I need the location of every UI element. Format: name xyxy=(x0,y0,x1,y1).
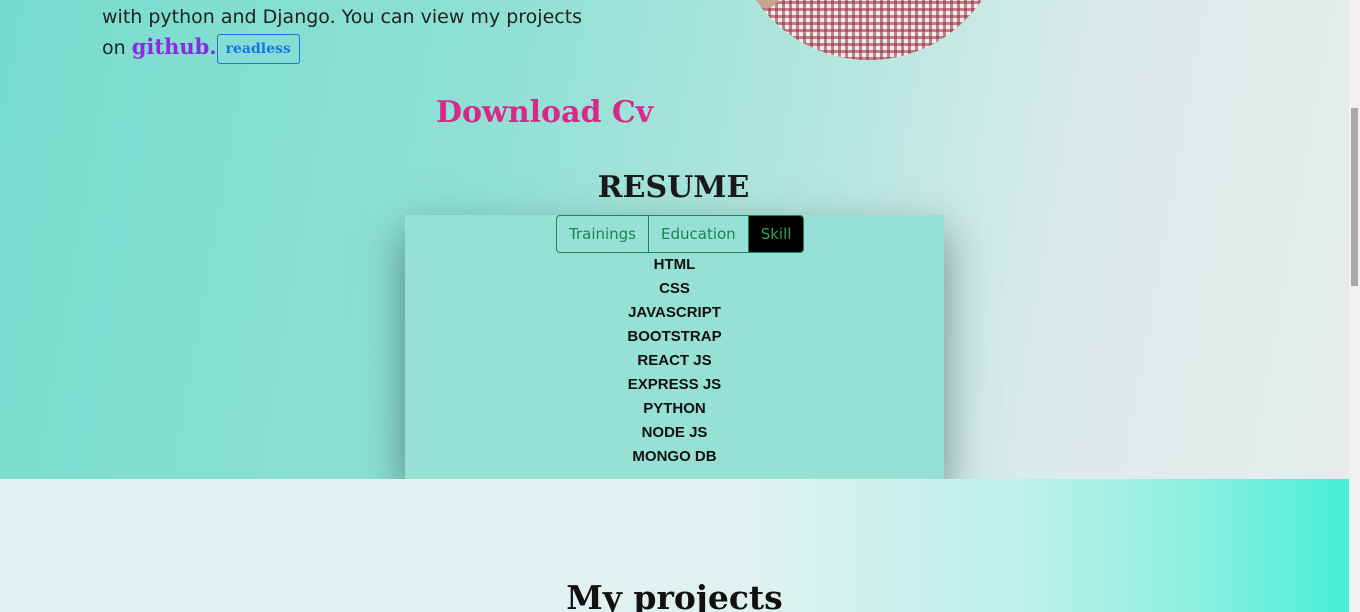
projects-section: My projects xyxy=(0,479,1349,612)
skill-item: PYTHON xyxy=(643,400,706,417)
github-link[interactable]: github. xyxy=(132,34,217,59)
skill-item: HTML xyxy=(653,256,696,273)
intro-prefix: on xyxy=(102,37,126,59)
projects-title: My projects xyxy=(566,578,783,612)
readless-button[interactable]: readless xyxy=(216,33,300,64)
tab-education[interactable]: Education xyxy=(649,216,749,252)
avatar xyxy=(733,0,1005,60)
resume-tabs: Trainings Education Skill xyxy=(556,215,805,253)
intro-line: with python and Django. You can view my … xyxy=(102,6,583,28)
avatar-shirt-pattern xyxy=(733,0,1005,60)
resume-title-text: RESUME xyxy=(597,170,750,205)
skill-item: CSS xyxy=(659,280,690,297)
download-cv-link[interactable]: Download Cv xyxy=(436,95,653,130)
tab-trainings[interactable]: Trainings xyxy=(557,216,650,252)
skills-list: HTML CSS JAVASCRIPT BOOTSTRAP REACT JS E… xyxy=(405,253,944,469)
skill-item: NODE JS xyxy=(641,424,708,441)
skill-item: MONGO DB xyxy=(632,448,717,465)
resume-title: RESUME xyxy=(0,170,1349,205)
tab-skill[interactable]: Skill xyxy=(748,216,804,252)
page-scrollbar[interactable] xyxy=(1349,0,1360,612)
skill-item: BOOTSTRAP xyxy=(627,328,722,345)
resume-card: Trainings Education Skill HTML CSS JAVAS… xyxy=(405,215,944,479)
skill-item: EXPRESS JS xyxy=(627,376,722,393)
scrollbar-thumb[interactable] xyxy=(1351,108,1358,286)
intro-paragraph: with python and Django. You can view my … xyxy=(102,2,622,64)
hero-section: with python and Django. You can view my … xyxy=(0,0,1349,479)
skill-item: JAVASCRIPT xyxy=(628,304,721,321)
skill-item: REACT JS xyxy=(637,352,712,369)
